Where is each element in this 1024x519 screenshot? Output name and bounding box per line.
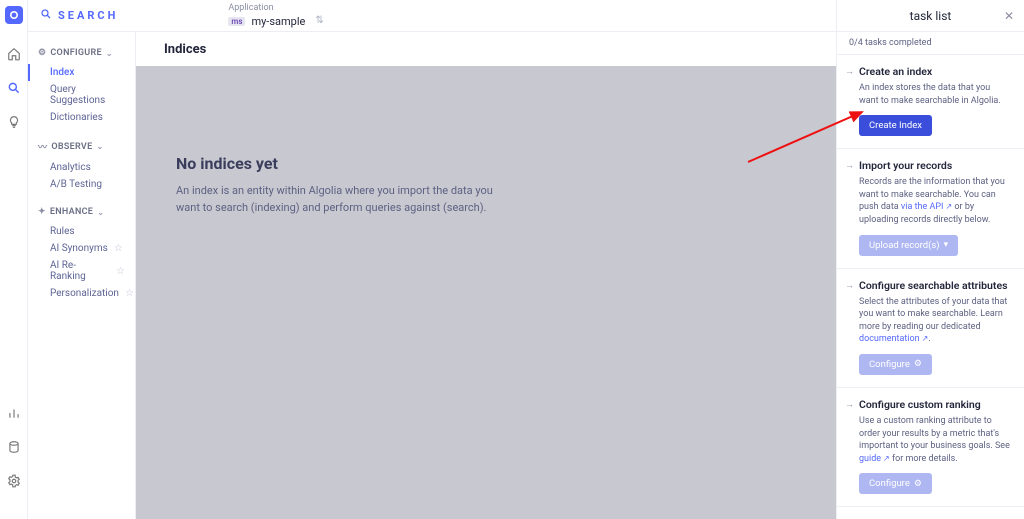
task-title: Create an index <box>859 65 1012 78</box>
arrow-icon: → <box>845 399 854 410</box>
sidebar-item-label: Personalization <box>50 288 119 299</box>
task-description: Use a custom ranking attribute to order … <box>859 415 1012 465</box>
button-label: Configure <box>869 359 910 370</box>
button-label: Upload record(s) <box>869 240 940 251</box>
sidebar-item-query-suggestions[interactable]: Query Suggestions <box>38 81 125 109</box>
sidebar-section-configure[interactable]: ⚙ CONFIGURE ⌄ <box>38 48 125 58</box>
arrow-icon: → <box>845 280 854 291</box>
star-icon: ☆ <box>125 288 134 299</box>
task-progress: 0/4 tasks completed <box>837 32 1024 55</box>
panel-header: task list ✕ <box>837 0 1024 32</box>
chevron-down-icon: ⌄ <box>97 208 104 217</box>
sidebar-item-label: Query Suggestions <box>50 84 125 106</box>
page-title: Indices <box>136 32 836 66</box>
button-icon: ▾ <box>944 240 949 250</box>
rail-search-icon[interactable] <box>6 80 22 96</box>
external-link-icon: ↗ <box>881 454 890 463</box>
sidebar-item-label: Analytics <box>50 162 91 173</box>
task-description: Records are the information that you wan… <box>859 176 1012 226</box>
brand-name: SEARCH <box>58 9 118 22</box>
task-description: Select the attributes of your data that … <box>859 296 1012 346</box>
task-link[interactable]: via the API ↗ <box>901 202 952 212</box>
switch-icon[interactable]: ⇅ <box>315 15 323 27</box>
sidebar-section-observe[interactable]: 〰 OBSERVE ⌄ <box>38 140 125 153</box>
task-link[interactable]: guide ↗ <box>859 454 890 464</box>
task-title: Configure searchable attributes <box>859 279 1012 292</box>
button-icon: ⚙ <box>914 359 922 369</box>
sidebar-item-rules[interactable]: Rules <box>38 223 125 240</box>
task-desc-text: Use a custom ranking attribute to order … <box>859 416 1010 451</box>
task-list: → Create an index An index stores the data… <box>837 55 1024 507</box>
rail-analytics-icon[interactable] <box>6 405 22 421</box>
sidebar-section-title: CONFIGURE <box>50 48 102 58</box>
task-title: Configure custom ranking <box>859 398 1012 411</box>
sidebar-item-analytics[interactable]: Analytics <box>38 159 125 176</box>
rail-bulb-icon[interactable] <box>6 114 22 130</box>
sparkle-icon: ✦ <box>38 207 46 217</box>
application-name: my-sample <box>251 15 305 28</box>
task-link[interactable]: documentation ↗ <box>859 334 928 344</box>
task-title: Import your records <box>859 159 1012 172</box>
empty-body: An index is an entity within Algolia whe… <box>176 183 516 216</box>
task-desc-text: for more details. <box>890 454 958 464</box>
sidebar-item-label: AI Synonyms <box>50 243 108 254</box>
configure-button: Configure ⚙ <box>859 354 932 375</box>
sidebar-item-index[interactable]: Index <box>28 64 125 81</box>
sidebar-item-personalization[interactable]: Personalization☆ <box>38 285 125 302</box>
task-desc-text: Select the attributes of your data that … <box>859 297 1007 332</box>
sidebar-item-ai-synonyms[interactable]: AI Synonyms ☆ <box>38 240 125 257</box>
upload-record-s--button: Upload record(s) ▾ <box>859 235 958 256</box>
star-icon: ☆ <box>114 243 123 254</box>
brand-title: SEARCH <box>40 8 118 23</box>
chevron-down-icon: ⌄ <box>96 142 103 151</box>
button-label: Create Index <box>869 120 922 131</box>
gear-icon: ⚙ <box>38 48 46 58</box>
sidebar-section-title: OBSERVE <box>51 142 92 152</box>
task-description: An index stores the data that you want t… <box>859 82 1012 107</box>
task-create-an-index: → Create an index An index stores the data… <box>837 55 1024 149</box>
arrow-icon: → <box>845 160 854 171</box>
task-desc-text: An index stores the data that you want t… <box>859 83 1001 106</box>
panel-title: task list <box>910 9 952 23</box>
sidebar-section-title: ENHANCE <box>50 207 93 217</box>
application-label: Application <box>228 3 323 14</box>
task-list-panel: task list ✕ 0/4 tasks completed → Create … <box>836 0 1024 519</box>
task-configure-searchable-attributes: → Configure searchable attributes Select t… <box>837 269 1024 388</box>
task-desc-text: . <box>928 334 930 344</box>
task-configure-custom-ranking: → Configure custom ranking Use a custom ra… <box>837 388 1024 507</box>
chevron-down-icon: ⌄ <box>106 49 113 58</box>
sidebar-nav: ⚙ CONFIGURE ⌄ Index Query Suggestions Diction… <box>28 32 136 519</box>
task-import-your-records: → Import your records Records are the info… <box>837 149 1024 268</box>
button-label: Configure <box>869 478 910 489</box>
close-icon[interactable]: ✕ <box>1004 9 1014 23</box>
brand-logo[interactable] <box>5 6 23 24</box>
sidebar-item-label: Dictionaries <box>50 112 103 123</box>
external-link-icon: ↗ <box>944 202 953 211</box>
star-icon: ☆ <box>116 266 125 277</box>
external-link-icon: ↗ <box>920 334 929 343</box>
sidebar-item-label: Rules <box>50 226 75 237</box>
sidebar-item-a-b-testing[interactable]: A/B Testing <box>38 176 125 193</box>
sidebar-item-label: AI Re-Ranking <box>50 260 110 282</box>
pulse-icon: 〰 <box>38 140 47 153</box>
sidebar-item-dictionaries[interactable]: Dictionaries <box>38 109 125 126</box>
configure-button: Configure ⚙ <box>859 473 932 494</box>
rail-home-icon[interactable] <box>6 46 22 62</box>
application-selector[interactable]: Application ms my-sample ⇅ <box>228 3 323 28</box>
sidebar-item-label: A/B Testing <box>50 179 102 190</box>
rail-settings-icon[interactable] <box>6 473 22 489</box>
button-icon: ⚙ <box>914 479 922 489</box>
sidebar-section-enhance[interactable]: ✦ ENHANCE ⌄ <box>38 207 125 217</box>
empty-title: No indices yet <box>176 154 516 173</box>
sidebar-item-ai-re-ranking[interactable]: AI Re-Ranking ☆ <box>38 257 125 285</box>
create-index-button[interactable]: Create Index <box>859 115 932 136</box>
search-icon <box>40 8 52 23</box>
rail-data-icon[interactable] <box>6 439 22 455</box>
arrow-icon: → <box>845 66 854 77</box>
application-tag: ms <box>228 17 245 27</box>
empty-state: No indices yet An index is an entity wit… <box>136 66 556 304</box>
sidebar-item-label: Index <box>50 67 74 78</box>
left-rail <box>0 0 28 519</box>
main-content: Indices No indices yet An index is an en… <box>136 32 836 519</box>
